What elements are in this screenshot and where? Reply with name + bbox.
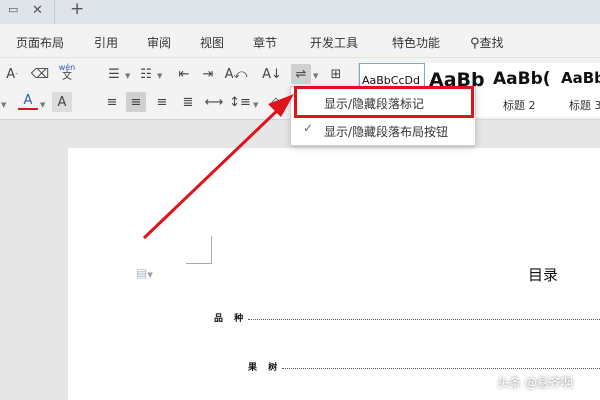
watermark: 头条 @悬齐啊 (497, 376, 573, 390)
annotation-arrow-head (268, 94, 294, 117)
annotation-arrow (142, 94, 294, 240)
annotation-arrow-shaft (142, 104, 284, 240)
